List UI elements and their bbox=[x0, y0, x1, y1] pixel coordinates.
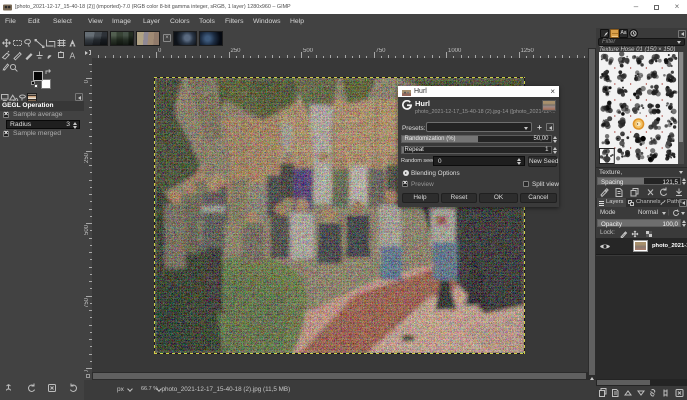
svg-text:A: A bbox=[70, 51, 76, 61]
